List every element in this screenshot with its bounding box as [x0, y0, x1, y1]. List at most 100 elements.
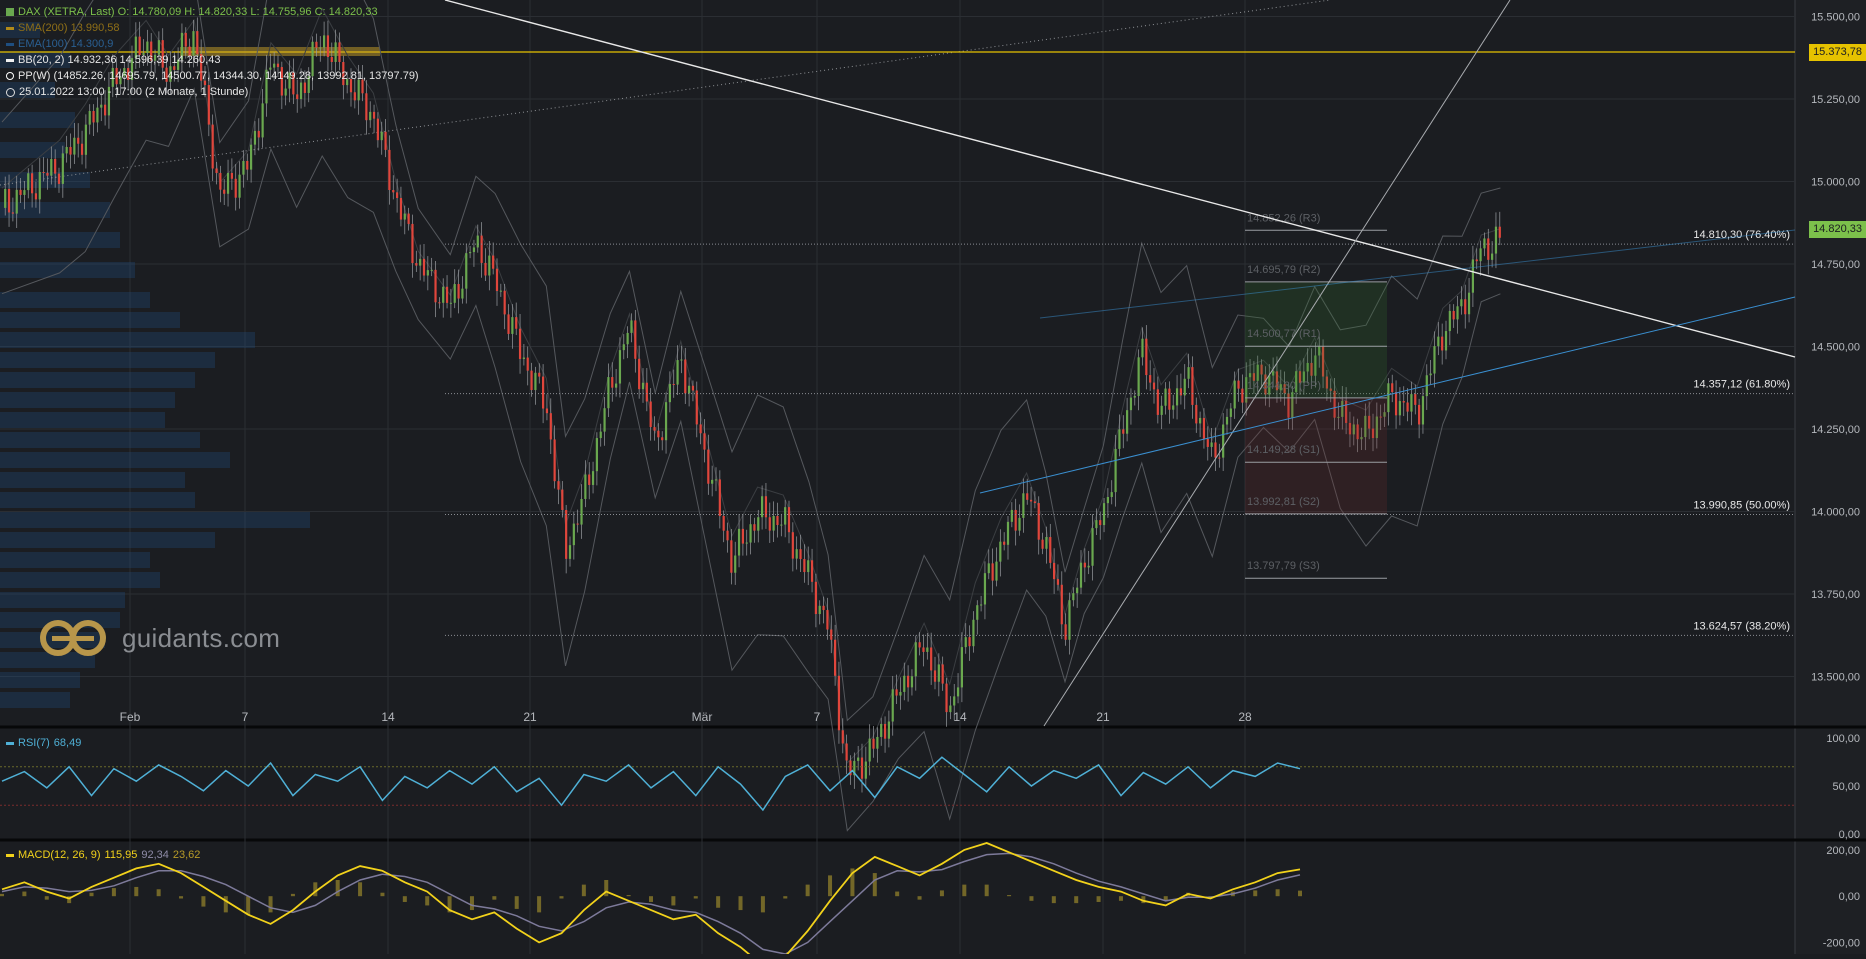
- price-axis-background: [1795, 0, 1866, 954]
- legend-range-text: 25.01.2022 13:00 - 17:00 (2 Monate, 1 St…: [19, 86, 249, 98]
- candle-body: [930, 647, 933, 671]
- fib-level-label: 13.624,57 (38.20%): [1693, 620, 1790, 632]
- candle-body: [1164, 388, 1167, 406]
- candle-body: [57, 173, 61, 184]
- candle-body: [73, 137, 76, 155]
- macd-histogram-bar: [626, 895, 631, 897]
- volume-profile-bar: [0, 552, 150, 568]
- candle-body: [611, 377, 614, 388]
- macd-histogram-bar: [559, 896, 564, 899]
- macd-histogram-bar: [962, 884, 967, 897]
- candle-body: [772, 515, 775, 531]
- candle-body: [822, 605, 825, 611]
- volume-profile-bar: [0, 172, 90, 188]
- rsi-legend-name: RSI(7): [18, 737, 50, 749]
- candle-body: [730, 540, 733, 573]
- volume-profile-bar: [0, 432, 200, 448]
- macd-histogram-bar: [939, 890, 944, 897]
- candle-body: [864, 761, 867, 779]
- macd-histogram-bar: [111, 888, 116, 897]
- candle-body: [661, 437, 664, 441]
- legend-pp: PP(W) (14852.26, 14695.79, 14500.77, 143…: [6, 68, 419, 84]
- candle-body: [392, 190, 395, 193]
- candle-body: [803, 559, 806, 573]
- watermark: guidants.com: [38, 618, 280, 658]
- candle-body: [595, 438, 598, 472]
- legend-ema-text: EMA(100) 14.300,9: [18, 38, 114, 50]
- candle-body: [422, 258, 426, 276]
- candle-body: [1064, 624, 1067, 640]
- y-tick-label: 14.750,00: [1811, 259, 1860, 271]
- candle-body: [11, 212, 14, 214]
- candle-body: [465, 253, 468, 289]
- candle-body: [572, 523, 575, 546]
- candle-body: [1402, 401, 1405, 403]
- candle-body: [718, 479, 721, 516]
- volume-profile-bar: [0, 452, 230, 468]
- macd-histogram-bar: [1118, 896, 1123, 901]
- candle-body: [553, 439, 556, 482]
- candle-body: [1183, 378, 1186, 396]
- candle-body: [1126, 410, 1129, 434]
- candle-body: [1467, 292, 1471, 315]
- candle-body: [1448, 310, 1451, 332]
- macd-histogram-bar: [156, 889, 161, 897]
- candle-body: [1179, 388, 1182, 396]
- chart-background: [0, 0, 1866, 954]
- candle-body: [419, 258, 422, 266]
- candle-body: [699, 424, 702, 434]
- candle-body: [903, 675, 906, 692]
- candle-body: [407, 213, 410, 224]
- candle-body: [937, 664, 940, 682]
- candle-body: [910, 676, 914, 688]
- candle-body: [503, 290, 506, 315]
- candle-body: [1033, 501, 1036, 504]
- candle-body: [780, 524, 783, 526]
- candle-body: [653, 427, 656, 431]
- macd-histogram-bar: [671, 896, 676, 906]
- x-tick-label: 7: [242, 710, 249, 724]
- volume-profile-bar: [0, 372, 195, 388]
- pivot-label: 14.500,77 (R1): [1247, 328, 1320, 340]
- volume-profile-bar: [0, 572, 160, 588]
- candle-body: [1026, 493, 1029, 500]
- candle-body: [50, 158, 53, 176]
- volume-profile-bar: [0, 312, 180, 328]
- rsi-legend-value: 68,49: [53, 737, 82, 749]
- rsi-tick-label: 50,00: [1832, 781, 1860, 793]
- legend-main-text: DAX (XETRA, Last) O: 14.780,09 H: 14.820…: [18, 6, 378, 18]
- chart-svg: Feb 7 14 21 Mär 7 14 21 28 15.500,00 15.250,00 15.0…: [0, 0, 1866, 959]
- macd-histogram-bar: [917, 896, 922, 900]
- candle-body: [972, 619, 975, 647]
- bar-chart-icon: [6, 8, 14, 16]
- candle-body: [1479, 248, 1482, 262]
- candle-body: [1460, 299, 1463, 307]
- macd-histogram-bar: [760, 896, 765, 913]
- y-tick-label: 14.500,00: [1811, 342, 1860, 354]
- candle-body: [472, 247, 476, 253]
- candle-body: [922, 647, 925, 652]
- candle-body: [61, 153, 64, 184]
- candle-body: [584, 474, 587, 499]
- macd-histogram-bar: [402, 896, 407, 902]
- candle-body: [253, 130, 257, 145]
- candle-body: [1418, 404, 1421, 425]
- candle-body: [603, 408, 606, 432]
- candle-body: [991, 563, 994, 581]
- macd-legend-v1: 115,95: [104, 849, 138, 861]
- candle-body: [657, 430, 660, 438]
- x-tick-label: 14: [953, 710, 967, 724]
- legend-range: 25.01.2022 13:00 - 17:00 (2 Monate, 1 St…: [6, 84, 419, 100]
- candle-body: [415, 263, 418, 266]
- level-price-tag: 15.373,78: [1809, 44, 1866, 61]
- candle-body: [980, 604, 983, 606]
- ema-line-icon: [6, 42, 14, 46]
- candle-body: [1118, 429, 1121, 449]
- candle-body: [445, 286, 449, 303]
- candle-body: [1087, 565, 1090, 568]
- y-tick-label: 14.250,00: [1811, 424, 1860, 436]
- candle-body: [1210, 442, 1213, 447]
- candle-body: [1029, 499, 1033, 502]
- candle-body: [703, 433, 706, 450]
- legend-ema: EMA(100) 14.300,9: [6, 36, 419, 52]
